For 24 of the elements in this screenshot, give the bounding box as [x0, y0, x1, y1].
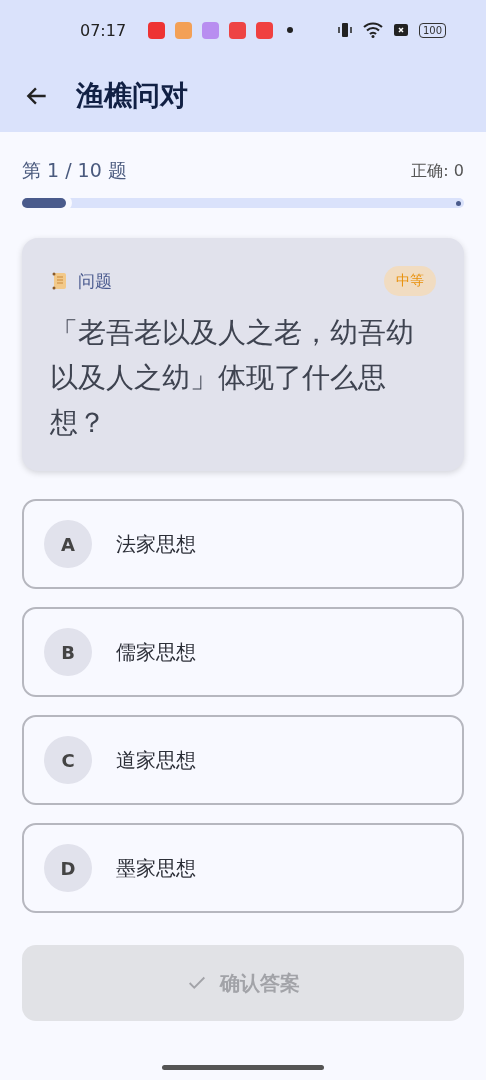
option-letter: A [44, 520, 92, 568]
status-time: 07:17 [80, 20, 127, 40]
vibrate-icon [336, 22, 353, 38]
question-label: 问题 [78, 269, 112, 293]
answer-option[interactable]: D 墨家思想 [22, 823, 464, 913]
answer-option[interactable]: B 儒家思想 [22, 607, 464, 697]
option-text: 道家思想 [116, 746, 196, 774]
difficulty-badge: 中等 [384, 266, 436, 296]
option-letter: C [44, 736, 92, 784]
option-text: 法家思想 [116, 530, 196, 558]
sim-icon [392, 22, 409, 38]
option-letter: D [44, 844, 92, 892]
option-text: 儒家思想 [116, 638, 196, 666]
option-text: 墨家思想 [116, 854, 196, 882]
battery-level: 100 [418, 22, 446, 38]
score-text: 正确: 0 [411, 160, 464, 182]
option-letter: B [44, 628, 92, 676]
wifi-icon [362, 22, 383, 38]
page-title: 渔樵问对 [76, 78, 188, 114]
answer-option[interactable]: C 道家思想 [22, 715, 464, 805]
question-text: 「老吾老以及人之老，幼吾幼以及人之幼」体现了什么思想？ [50, 315, 415, 441]
answer-option[interactable]: A 法家思想 [22, 499, 464, 589]
more-notifications-icon [287, 27, 294, 33]
question-counter: 第 1 / 10 题 [22, 158, 127, 183]
